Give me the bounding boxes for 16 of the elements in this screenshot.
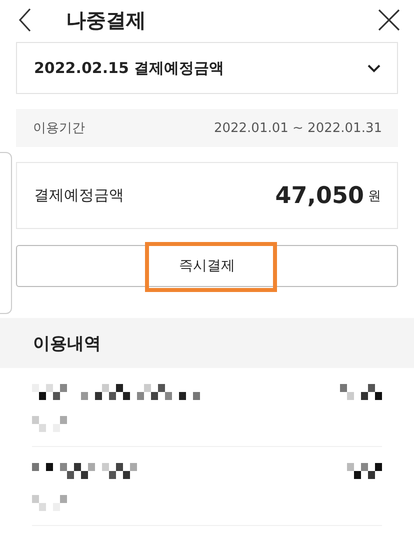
pixelated-text: [340, 384, 382, 400]
instant-pay-button[interactable]: 즉시결제: [16, 245, 398, 287]
close-icon[interactable]: [378, 9, 400, 31]
period-value: 2022.01.01 ~ 2022.01.31: [214, 120, 382, 136]
period-label: 이용기간: [33, 120, 85, 137]
amount-label: 결제예정금액: [34, 186, 125, 205]
pixelated-text: [347, 463, 382, 479]
back-icon[interactable]: [18, 8, 32, 32]
pixelated-text: [32, 416, 67, 432]
pixelated-text: [32, 495, 67, 511]
section-title: 이용내역: [33, 332, 101, 354]
page-title: 나중결제: [66, 6, 147, 34]
statement-dropdown[interactable]: 2022.02.15 결제예정금액: [16, 42, 398, 94]
chevron-down-icon: [367, 64, 381, 72]
currency-unit: 원: [368, 188, 381, 204]
amount-value: 47,050: [275, 182, 364, 208]
